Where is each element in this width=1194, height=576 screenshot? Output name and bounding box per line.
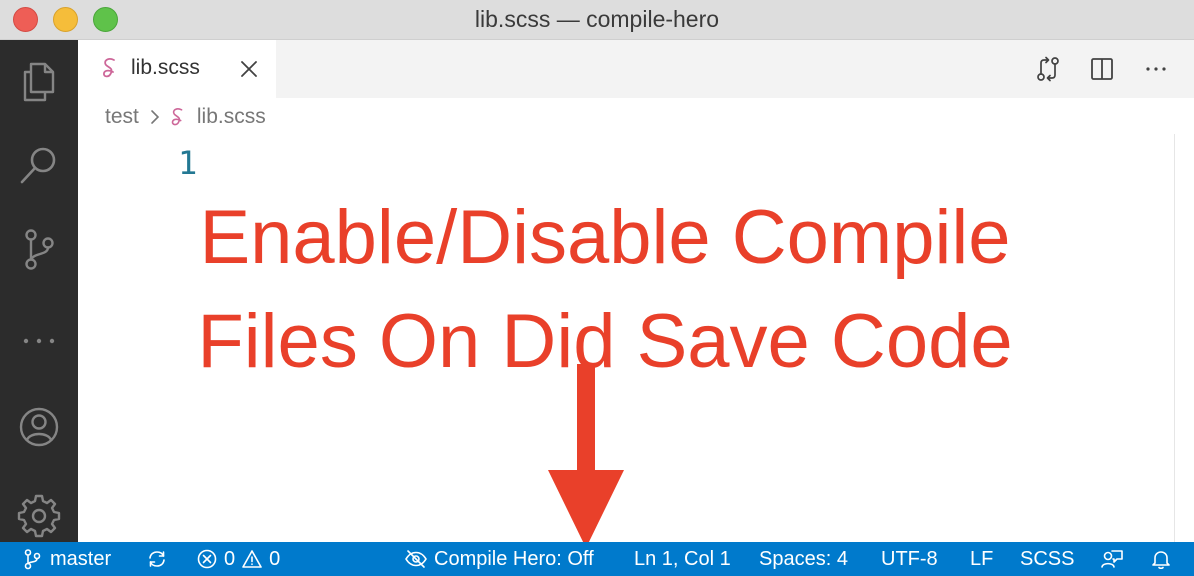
notifications-button[interactable] bbox=[1150, 542, 1172, 576]
feedback-icon bbox=[1101, 550, 1123, 568]
problems-status[interactable]: 0 0 bbox=[196, 542, 280, 576]
editor-tabs-bar: lib.scss bbox=[78, 40, 1194, 98]
language-label: SCSS bbox=[1020, 547, 1075, 570]
more-icon[interactable] bbox=[14, 316, 64, 366]
compare-changes-icon[interactable] bbox=[1034, 55, 1062, 83]
files-icon[interactable] bbox=[14, 56, 64, 106]
breadcrumb-file[interactable]: lib.scss bbox=[197, 105, 266, 129]
down-arrow-icon bbox=[546, 364, 626, 548]
warning-count: 0 bbox=[269, 547, 281, 570]
sass-file-icon bbox=[169, 106, 187, 128]
indentation-label: Spaces: 4 bbox=[759, 547, 848, 570]
encoding-label: UTF-8 bbox=[881, 547, 938, 570]
cursor-position[interactable]: Ln 1, Col 1 bbox=[634, 542, 731, 576]
window-title: lib.scss — compile-hero bbox=[474, 6, 720, 32]
compile-hero-label: Compile Hero: Off bbox=[434, 547, 594, 570]
branch-icon bbox=[24, 549, 41, 570]
compile-hero-toggle[interactable]: Compile Hero: Off bbox=[404, 542, 594, 576]
tab-lib-scss[interactable]: lib.scss bbox=[78, 40, 276, 98]
bell-icon bbox=[1152, 551, 1170, 570]
editor-scrollbar[interactable] bbox=[1174, 134, 1175, 542]
status-bar: master 0 0 Compile Hero: Off Ln 1, Col 1… bbox=[0, 542, 1194, 576]
annotation-text: Enable/Disable Compile Files On Did Save… bbox=[140, 186, 1070, 394]
title-bar: lib.scss — compile-hero bbox=[0, 0, 1194, 40]
branch-status[interactable]: master bbox=[22, 542, 111, 576]
search-icon[interactable] bbox=[14, 140, 64, 190]
encoding-status[interactable]: UTF-8 bbox=[881, 542, 938, 576]
line-number: 1 bbox=[178, 144, 198, 182]
accounts-icon[interactable] bbox=[14, 402, 64, 452]
split-editor-icon[interactable] bbox=[1088, 55, 1116, 83]
chevron-right-icon bbox=[149, 109, 161, 125]
annotation-line-1: Enable/Disable Compile bbox=[199, 195, 1011, 280]
cursor-position-label: Ln 1, Col 1 bbox=[634, 547, 731, 570]
breadcrumb: test lib.scss bbox=[105, 103, 266, 131]
warning-icon bbox=[242, 550, 262, 568]
tab-label: lib.scss bbox=[131, 56, 200, 79]
branch-name: master bbox=[50, 547, 112, 570]
language-mode-status[interactable]: SCSS bbox=[1020, 542, 1074, 576]
sass-file-icon bbox=[100, 56, 120, 80]
eol-status[interactable]: LF bbox=[970, 542, 993, 576]
activity-bar bbox=[0, 40, 78, 542]
sync-icon bbox=[149, 551, 165, 567]
error-icon bbox=[197, 549, 217, 569]
indentation-status[interactable]: Spaces: 4 bbox=[759, 542, 848, 576]
feedback-button[interactable] bbox=[1100, 542, 1124, 576]
more-actions-icon[interactable] bbox=[1142, 55, 1170, 83]
eol-label: LF bbox=[970, 547, 994, 570]
breadcrumb-folder[interactable]: test bbox=[105, 105, 139, 129]
error-count: 0 bbox=[224, 547, 236, 570]
settings-gear-icon[interactable] bbox=[14, 490, 64, 540]
eye-closed-icon bbox=[405, 550, 427, 568]
source-control-icon[interactable] bbox=[14, 224, 64, 274]
sync-button[interactable] bbox=[146, 542, 168, 576]
close-icon[interactable] bbox=[238, 58, 260, 80]
